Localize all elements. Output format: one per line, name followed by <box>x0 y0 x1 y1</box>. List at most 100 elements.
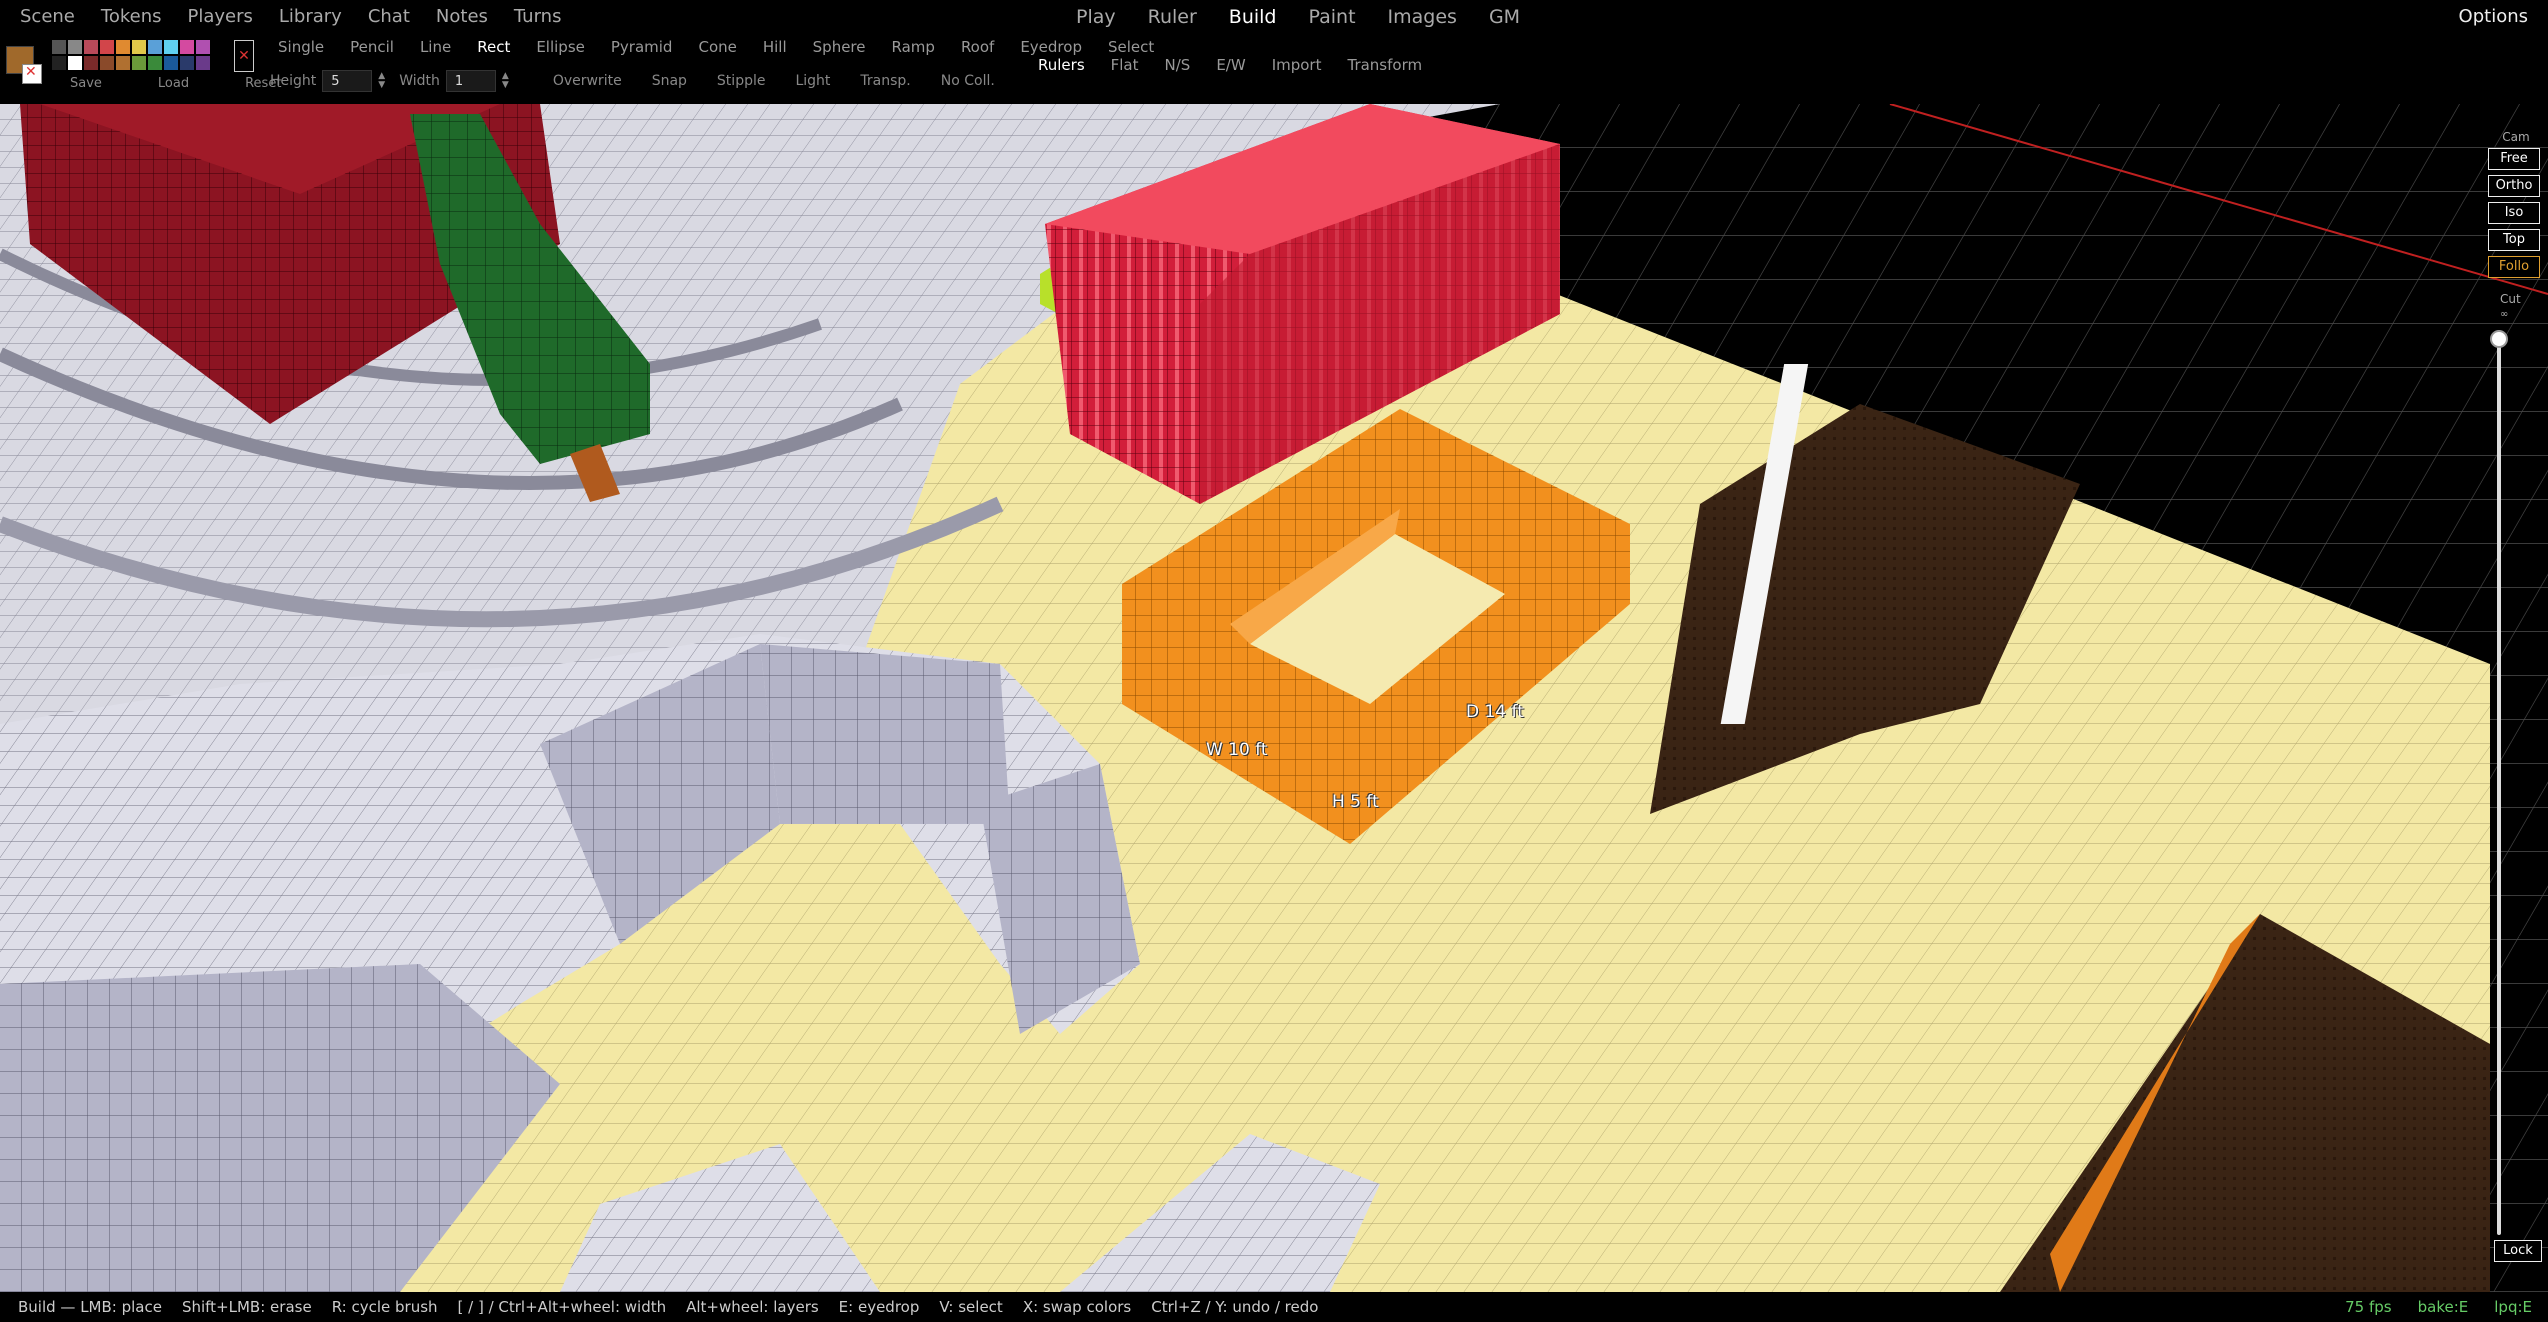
palette-swatch[interactable] <box>164 40 178 54</box>
palette-swatch[interactable] <box>164 56 178 70</box>
menu-scene[interactable]: Scene <box>20 6 75 27</box>
ruler-flat[interactable]: Flat <box>1111 56 1139 74</box>
menu-players[interactable]: Players <box>187 6 252 27</box>
cut-slider[interactable] <box>2497 330 2501 1235</box>
camera-panel: Cam Free Ortho Iso Top Follo <box>2488 130 2544 283</box>
bake-readout: bake:E <box>2417 1298 2469 1316</box>
cam-follow-button[interactable]: Follo <box>2488 256 2540 278</box>
cut-value: ∞ <box>2500 309 2509 320</box>
clear-color-icon[interactable]: ✕ <box>234 40 254 72</box>
height-label: Height <box>270 73 317 89</box>
color-palette <box>52 40 210 70</box>
tab-play[interactable]: Play <box>1076 6 1116 28</box>
tool-eyedrop[interactable]: Eyedrop <box>1020 38 1082 56</box>
tool-select[interactable]: Select <box>1108 38 1154 56</box>
width-stepper-icon[interactable]: ▲ ▼ <box>502 72 509 90</box>
palette-actions: Save Load Reset <box>70 76 281 91</box>
tool-line[interactable]: Line <box>420 38 451 56</box>
cut-label: Cut ∞ <box>2500 292 2521 320</box>
lpq-readout: lpq:E <box>2494 1298 2532 1316</box>
3d-viewport[interactable]: W 10 ft D 14 ft H 5 ft <box>0 104 2548 1292</box>
hint-swap: X: swap colors <box>1022 1298 1132 1316</box>
tab-gm[interactable]: GM <box>1489 6 1520 28</box>
palette-swatch[interactable] <box>52 40 66 54</box>
tab-build[interactable]: Build <box>1229 6 1277 28</box>
cam-iso-button[interactable]: Iso <box>2488 202 2540 224</box>
palette-load-button[interactable]: Load <box>158 76 189 91</box>
top-toolbar: Scene Tokens Players Library Chat Notes … <box>0 0 2548 104</box>
palette-swatch[interactable] <box>116 56 130 70</box>
tool-roof[interactable]: Roof <box>961 38 994 56</box>
palette-swatch[interactable] <box>52 56 66 70</box>
palette-swatch[interactable] <box>148 56 162 70</box>
ruler-tools: Rulers Flat N/S E/W Import Transform <box>1038 56 1422 74</box>
menu-tokens[interactable]: Tokens <box>101 6 162 27</box>
menu-notes[interactable]: Notes <box>436 6 488 27</box>
import-button[interactable]: Import <box>1272 56 1322 74</box>
palette-swatch[interactable] <box>180 56 194 70</box>
status-bar: Build — LMB: place Shift+LMB: erase R: c… <box>0 1292 2548 1322</box>
hint-undo: Ctrl+Z / Y: undo / redo <box>1151 1298 1319 1316</box>
toggle-stipple[interactable]: Stipple <box>717 73 766 89</box>
tool-rect[interactable]: Rect <box>477 38 510 56</box>
palette-swatch[interactable] <box>68 56 82 70</box>
cut-slider-handle[interactable] <box>2490 330 2508 348</box>
secondary-color-swatch[interactable] <box>22 64 42 84</box>
palette-swatch[interactable] <box>196 40 210 54</box>
palette-swatch[interactable] <box>84 40 98 54</box>
palette-swatch[interactable] <box>84 56 98 70</box>
transform-button[interactable]: Transform <box>1347 56 1422 74</box>
menu-turns[interactable]: Turns <box>514 6 562 27</box>
tool-ellipse[interactable]: Ellipse <box>536 38 585 56</box>
toggle-transp[interactable]: Transp. <box>860 73 910 89</box>
width-input[interactable]: 1 <box>445 70 496 92</box>
palette-swatch[interactable] <box>148 40 162 54</box>
options-button[interactable]: Options <box>2459 6 2528 27</box>
ruler-ew[interactable]: E/W <box>1216 56 1245 74</box>
ruler-ns[interactable]: N/S <box>1165 56 1191 74</box>
palette-swatch[interactable] <box>180 40 194 54</box>
main-menu: Scene Tokens Players Library Chat Notes … <box>20 6 561 27</box>
tool-sphere[interactable]: Sphere <box>813 38 866 56</box>
cam-ortho-button[interactable]: Ortho <box>2488 175 2540 197</box>
palette-swatch[interactable] <box>100 56 114 70</box>
cam-free-button[interactable]: Free <box>2488 148 2540 170</box>
palette-swatch[interactable] <box>132 40 146 54</box>
toggle-snap[interactable]: Snap <box>652 73 687 89</box>
tool-pyramid[interactable]: Pyramid <box>611 38 673 56</box>
palette-swatch[interactable] <box>68 40 82 54</box>
tool-hill[interactable]: Hill <box>763 38 787 56</box>
tab-paint[interactable]: Paint <box>1309 6 1356 28</box>
height-input[interactable]: 5 <box>322 70 373 92</box>
hint-width: [ / ] / Ctrl+Alt+wheel: width <box>457 1298 667 1316</box>
palette-swatch[interactable] <box>116 40 130 54</box>
toggle-light[interactable]: Light <box>795 73 830 89</box>
palette-swatch[interactable] <box>100 40 114 54</box>
voxel-scene[interactable] <box>0 104 2548 1292</box>
tool-ramp[interactable]: Ramp <box>892 38 935 56</box>
status-hints: Build — LMB: place Shift+LMB: erase R: c… <box>18 1298 1318 1316</box>
tab-images[interactable]: Images <box>1388 6 1457 28</box>
depth-measurement: D 14 ft <box>1466 702 1524 722</box>
cut-label-text: Cut <box>2500 292 2521 306</box>
menu-chat[interactable]: Chat <box>368 6 410 27</box>
lock-button[interactable]: Lock <box>2494 1240 2542 1262</box>
tab-ruler[interactable]: Ruler <box>1148 6 1197 28</box>
height-stepper-icon[interactable]: ▲ ▼ <box>378 72 385 90</box>
tool-cone[interactable]: Cone <box>698 38 736 56</box>
cam-top-button[interactable]: Top <box>2488 229 2540 251</box>
tool-single[interactable]: Single <box>278 38 324 56</box>
menu-library[interactable]: Library <box>279 6 342 27</box>
palette-swatch[interactable] <box>132 56 146 70</box>
palette-swatch[interactable] <box>196 56 210 70</box>
camera-label: Cam <box>2502 130 2530 144</box>
toggle-no-collision[interactable]: No Coll. <box>941 73 995 89</box>
toggle-overwrite[interactable]: Overwrite <box>553 73 622 89</box>
palette-save-button[interactable]: Save <box>70 76 102 91</box>
hint-brush: R: cycle brush <box>331 1298 438 1316</box>
mode-tabs: Play Ruler Build Paint Images GM <box>1076 6 1520 28</box>
fps-readout: 75 fps <box>2345 1298 2392 1316</box>
rulers-toggle[interactable]: Rulers <box>1038 56 1085 74</box>
tool-pencil[interactable]: Pencil <box>350 38 394 56</box>
status-metrics: 75 fps bake:E lpq:E <box>2345 1298 2532 1316</box>
